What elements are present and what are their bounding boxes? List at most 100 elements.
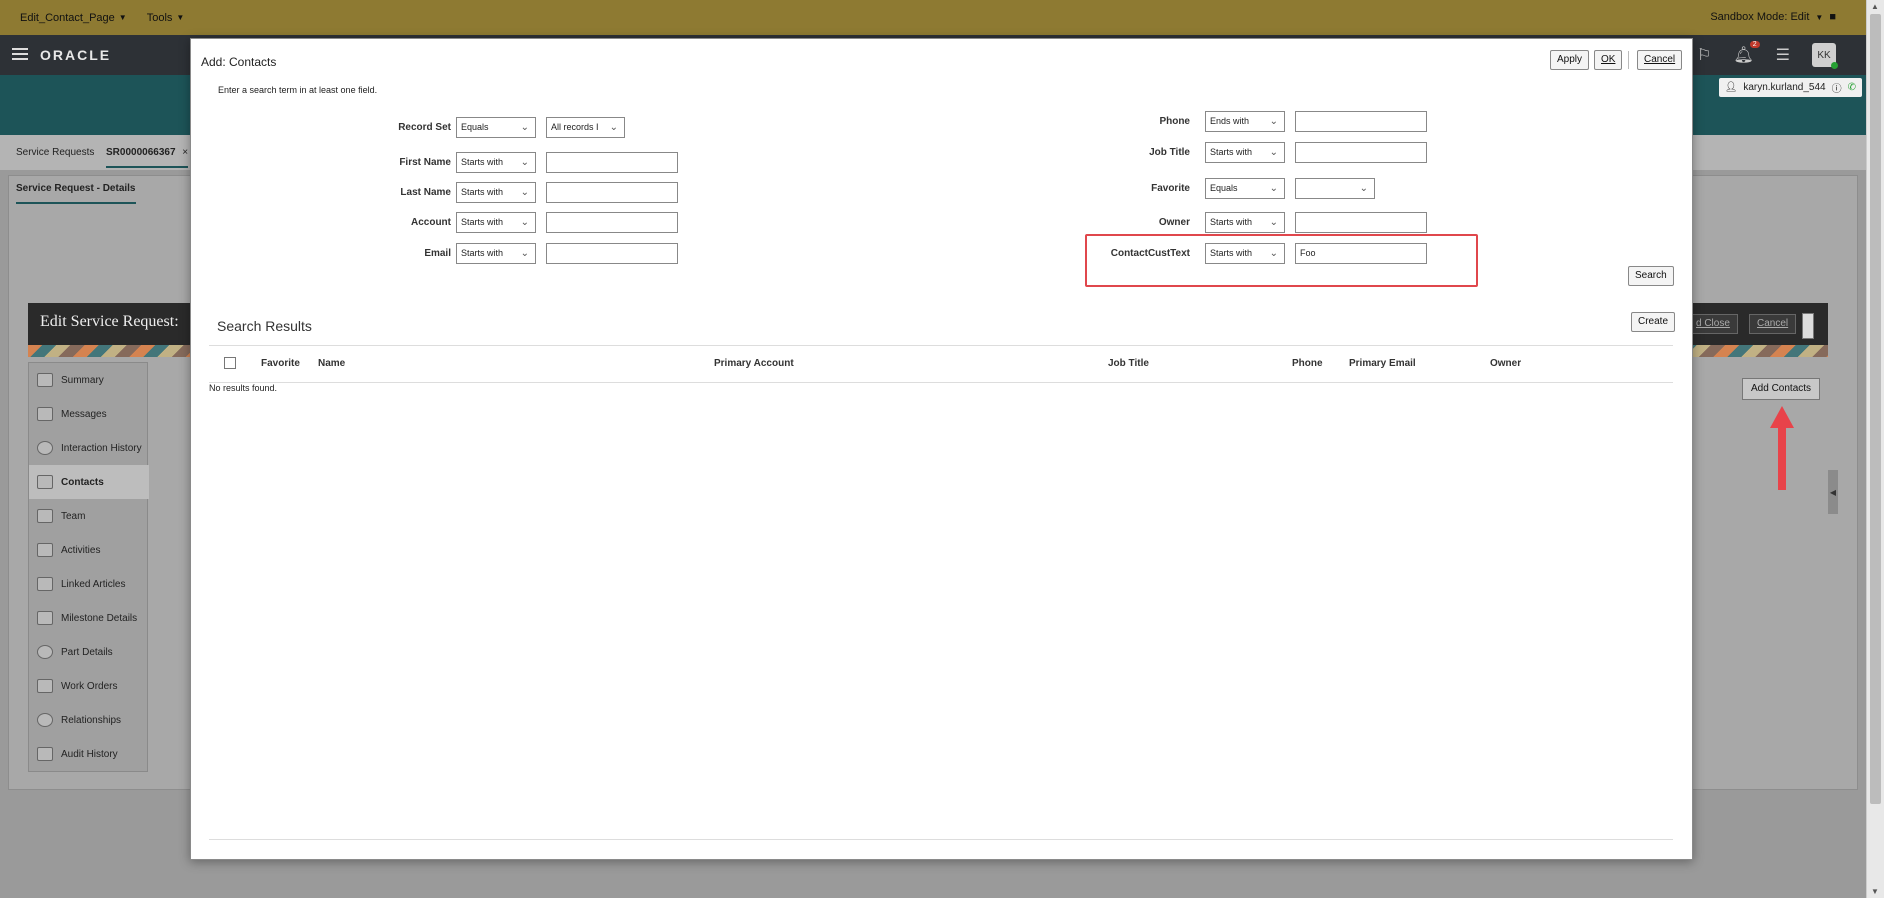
scrollbar-thumb[interactable]: [1870, 14, 1881, 804]
column-header-name[interactable]: Name: [318, 358, 345, 369]
avatar[interactable]: KK: [1812, 43, 1838, 69]
chevron-down-icon: ▼: [1815, 12, 1824, 22]
record-set-value-select[interactable]: All records I ⌄: [546, 117, 625, 138]
save-and-close-button[interactable]: d Close: [1688, 314, 1738, 334]
page-scrollbar[interactable]: ▲ ▼: [1866, 0, 1884, 898]
select-all-checkbox[interactable]: [224, 357, 236, 369]
select-value: Starts with: [461, 187, 504, 197]
account-input[interactable]: [546, 212, 678, 233]
flag-icon[interactable]: ⚐: [1697, 45, 1711, 65]
nav-item-part-details[interactable]: Part Details: [29, 635, 149, 669]
create-button[interactable]: Create: [1631, 312, 1676, 332]
user-chip[interactable]: 👤︎ karyn.kurland_544 ⓘ ✆: [1718, 78, 1862, 97]
field-label-job-title: Job Title: [1149, 147, 1190, 158]
chevron-down-icon: ⌄: [609, 122, 618, 133]
page-menu[interactable]: Edit_Contact_Page ▼: [20, 12, 127, 24]
nav-label: Team: [61, 510, 86, 522]
left-nav: Summary Messages Interaction History Con…: [28, 362, 149, 772]
owner-input[interactable]: [1295, 212, 1427, 233]
nav-label: Contacts: [61, 476, 104, 488]
favorite-operator-select[interactable]: Equals ⌄: [1205, 178, 1285, 199]
nav-item-linked-articles[interactable]: Linked Articles: [29, 567, 149, 601]
email-operator-select[interactable]: Starts with ⌄: [456, 243, 536, 264]
nav-label: Relationships: [61, 714, 122, 726]
chevron-down-icon: ▼: [176, 13, 185, 22]
column-header-phone[interactable]: Phone: [1292, 358, 1323, 369]
nav-item-contacts[interactable]: Contacts: [29, 465, 149, 499]
chevron-down-icon: ⌄: [1269, 116, 1278, 127]
search-hint: Enter a search term in at least one fiel…: [218, 85, 378, 95]
nav-label: Interaction History: [61, 442, 142, 454]
nav-item-summary[interactable]: Summary: [29, 363, 149, 397]
owner-operator-select[interactable]: Starts with ⌄: [1205, 212, 1285, 233]
notifications-icon[interactable]: 🔔︎ 2: [1733, 41, 1760, 65]
job-title-input[interactable]: [1295, 142, 1427, 163]
column-header-job-title[interactable]: Job Title: [1108, 358, 1149, 369]
nav-item-activities[interactable]: Activities: [29, 533, 149, 567]
chevron-down-icon: ⌄: [1269, 147, 1278, 158]
ok-button[interactable]: OK: [1594, 50, 1623, 70]
collapse-panel-icon[interactable]: ◀: [1828, 470, 1838, 514]
nav-label: Activities: [61, 544, 101, 556]
dialog-title: Add: Contacts: [201, 55, 277, 69]
nav-label: Linked Articles: [61, 578, 126, 590]
select-value: Equals: [1210, 183, 1238, 193]
column-header-owner[interactable]: Owner: [1490, 358, 1521, 369]
email-input[interactable]: [546, 243, 678, 264]
column-header-favorite[interactable]: Favorite: [261, 358, 300, 369]
add-contacts-dialog: Add: Contacts Apply OK Cancel Enter a se…: [190, 38, 1693, 860]
job-title-operator-select[interactable]: Starts with ⌄: [1205, 142, 1285, 163]
first-name-operator-select[interactable]: Starts with ⌄: [456, 152, 536, 173]
highlight-annotation: [1085, 234, 1478, 287]
edit-sr-title: Edit Service Request:: [40, 313, 179, 330]
record-set-operator-select[interactable]: Equals ⌄: [456, 117, 536, 138]
contacts-icon: [37, 475, 53, 489]
add-contacts-button[interactable]: Add Contacts: [1742, 378, 1821, 400]
nav-label: Audit History: [61, 748, 118, 760]
nav-item-messages[interactable]: Messages: [29, 397, 149, 431]
nav-item-work-orders[interactable]: Work Orders: [29, 669, 149, 703]
scroll-up-icon[interactable]: ▲: [1871, 2, 1879, 11]
select-value: Equals: [461, 122, 489, 132]
search-button[interactable]: Search: [1628, 266, 1674, 286]
divider: [209, 839, 1673, 840]
nav-item-milestone-details[interactable]: Milestone Details: [29, 601, 149, 635]
header-scroll-control[interactable]: [1802, 313, 1814, 339]
account-operator-select[interactable]: Starts with ⌄: [456, 212, 536, 233]
last-name-operator-select[interactable]: Starts with ⌄: [456, 182, 536, 203]
red-arrow-annotation: [1770, 406, 1794, 490]
oracle-logo: ORACLE: [40, 47, 112, 63]
nav-item-relationships[interactable]: Relationships: [29, 703, 149, 737]
phone-operator-select[interactable]: Ends with ⌄: [1205, 111, 1285, 132]
column-header-primary-account[interactable]: Primary Account: [714, 358, 794, 369]
sandbox-mode-menu[interactable]: Sandbox Mode: Edit ▼ ■: [1710, 11, 1836, 23]
tab-service-requests[interactable]: Service Requests: [16, 147, 94, 158]
favorite-value-select[interactable]: ⌄: [1295, 178, 1375, 199]
chevron-down-icon: ⌄: [1269, 183, 1278, 194]
subtab-details[interactable]: Service Request - Details: [16, 183, 136, 204]
tools-menu[interactable]: Tools ▼: [147, 12, 185, 24]
activities-icon: [37, 543, 53, 557]
tab-sr-number[interactable]: SR0000066367 ×: [106, 147, 189, 168]
select-value: Ends with: [1210, 116, 1250, 126]
nav-item-audit-history[interactable]: Audit History: [29, 737, 149, 771]
nav-item-team[interactable]: Team: [29, 499, 149, 533]
messages-icon: [37, 407, 53, 421]
last-name-input[interactable]: [546, 182, 678, 203]
hamburger-menu-icon[interactable]: [12, 48, 28, 60]
dialog-cancel-button[interactable]: Cancel: [1637, 50, 1683, 70]
phone-icon: ✆: [1847, 82, 1856, 93]
apply-button[interactable]: Apply: [1550, 50, 1590, 70]
column-header-primary-email[interactable]: Primary Email: [1349, 358, 1416, 369]
clock-icon: [37, 441, 53, 455]
first-name-input[interactable]: [546, 152, 678, 173]
scroll-down-icon[interactable]: ▼: [1871, 887, 1879, 896]
nav-label: Summary: [61, 374, 104, 386]
nav-item-interaction-history[interactable]: Interaction History: [29, 431, 149, 465]
phone-input[interactable]: [1295, 111, 1427, 132]
user-name: karyn.kurland_544: [1743, 82, 1826, 93]
close-icon[interactable]: ×: [182, 147, 188, 158]
sr-cancel-button[interactable]: Cancel: [1749, 314, 1797, 334]
settings-list-icon[interactable]: ☰: [1776, 45, 1790, 65]
field-label-first-name: First Name: [399, 157, 451, 168]
